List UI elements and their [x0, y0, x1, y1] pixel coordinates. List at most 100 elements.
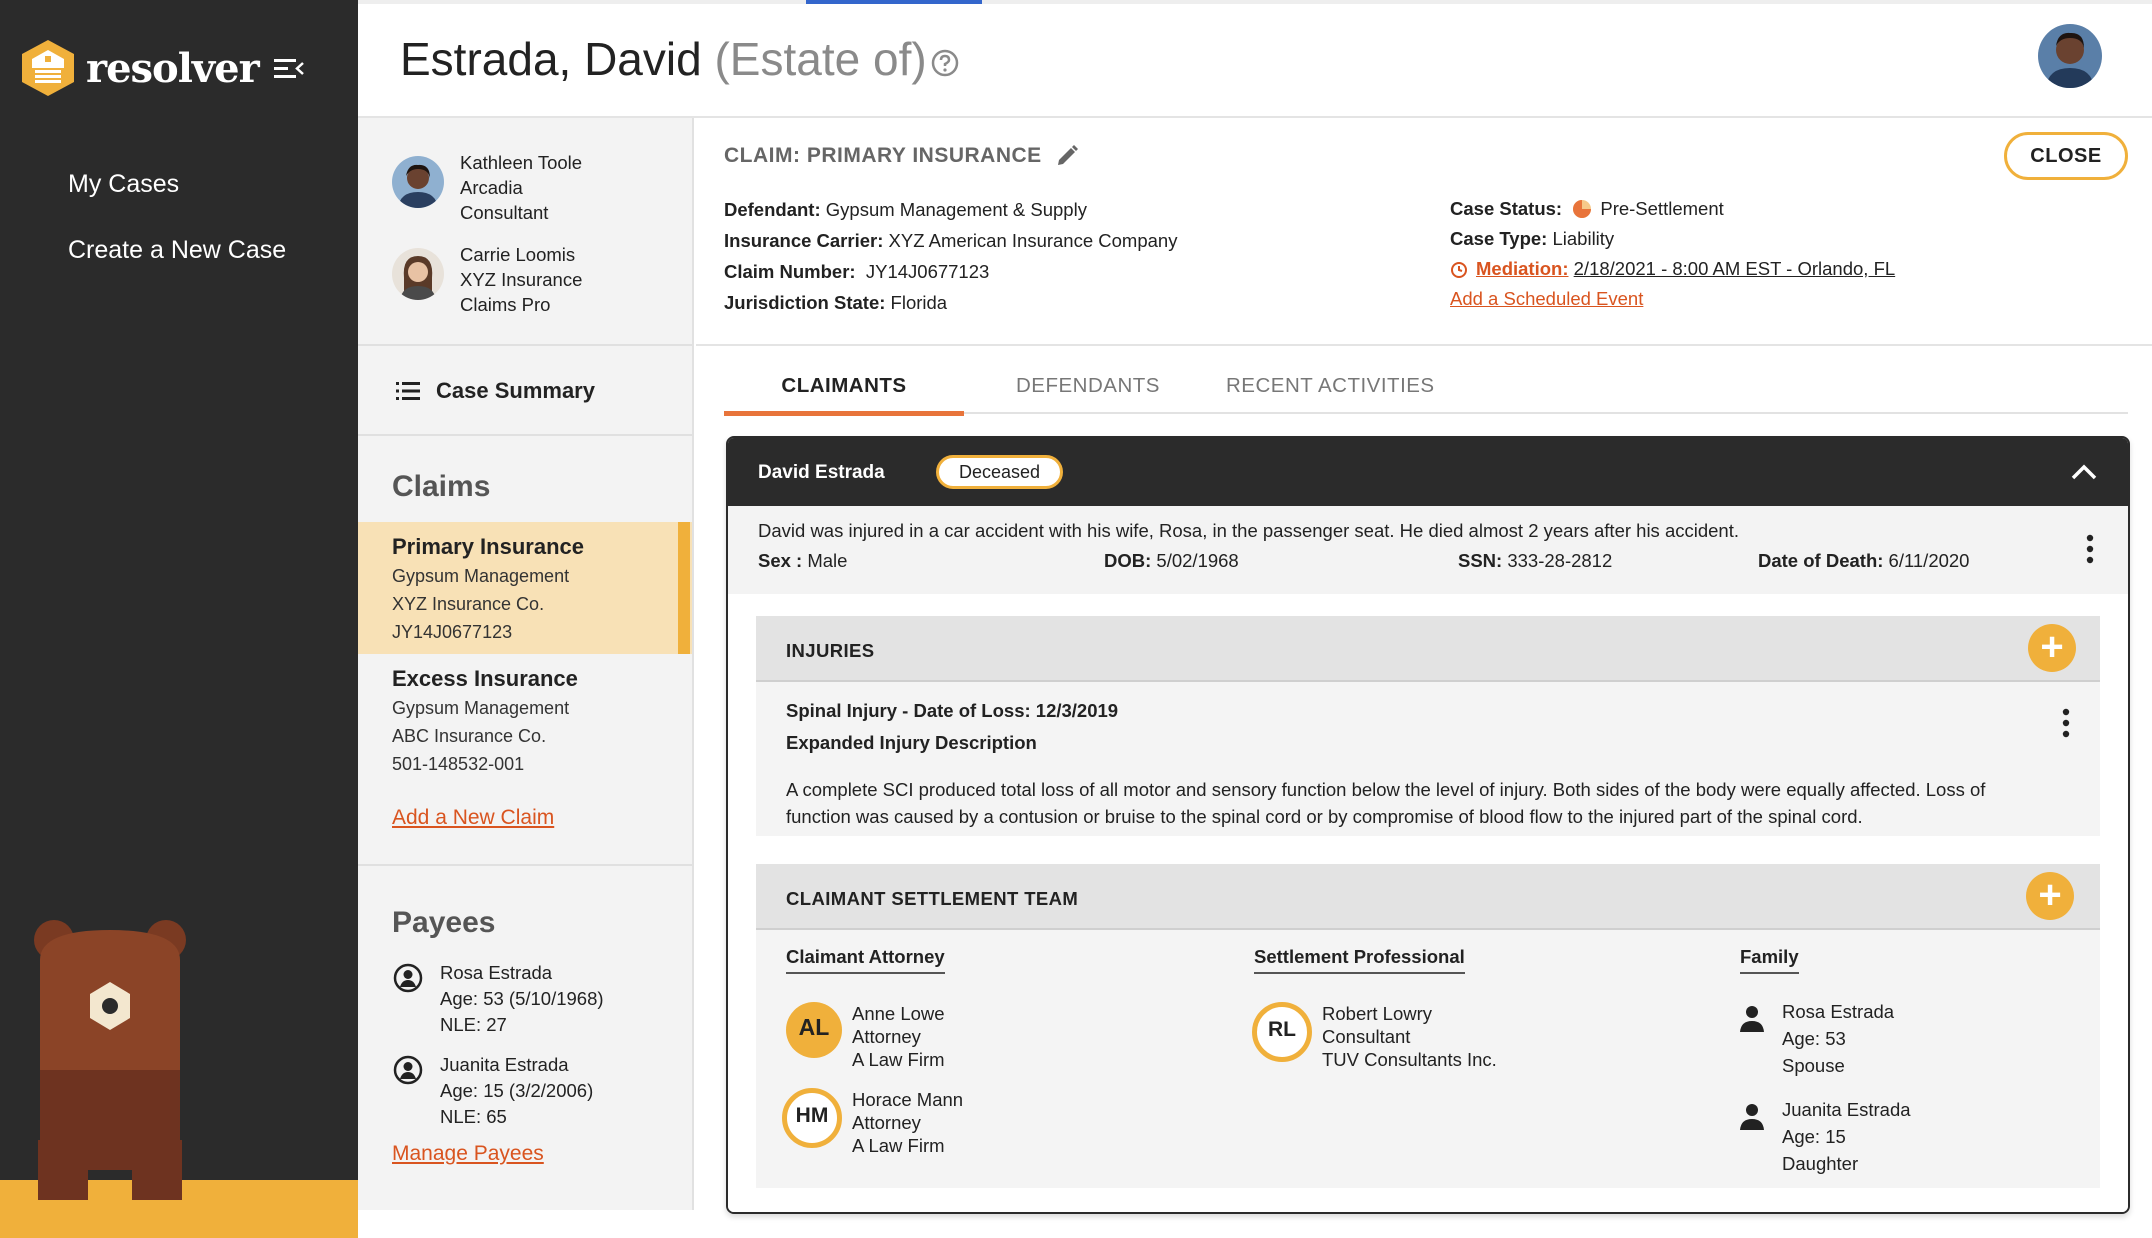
user-avatar[interactable]	[2038, 24, 2102, 88]
tab-recent-activities[interactable]: RECENT ACTIVITIES	[1226, 374, 1435, 414]
active-indicator	[678, 522, 690, 654]
person-circle-icon	[393, 963, 423, 993]
status-badge: Deceased	[936, 455, 1064, 489]
alarm-clock-icon	[1451, 262, 1467, 278]
claim-tabs: CLAIMANTS DEFENDANTS RECENT ACTIVITIES	[724, 374, 2128, 416]
plus-icon: +	[2040, 625, 2064, 669]
add-claim-link[interactable]: Add a New Claim	[392, 806, 554, 830]
claimant-name-title: Estrada, David	[400, 33, 702, 85]
claimant-date-of-death: Date of Death: 6/11/2020	[1758, 550, 1970, 571]
family-column: Family	[1740, 946, 1799, 974]
chevron-up-icon[interactable]	[2070, 460, 2098, 484]
claimant-dob: DOB: 5/02/1968	[1104, 550, 1239, 571]
tab-claimants[interactable]: CLAIMANTS	[724, 374, 964, 416]
claimant-card: David Estrada Deceased David was injured…	[726, 436, 2130, 1214]
payee-juanita-estrada[interactable]: Juanita Estrada Age: 15 (3/2/2006) NLE: …	[392, 1052, 593, 1130]
family-column-header: Family	[1740, 946, 1799, 974]
page-title: Estrada, David (Estate of)	[400, 32, 927, 86]
family-rosa-estrada[interactable]: Rosa Estrada Age: 53 Spouse	[1736, 998, 1894, 1079]
mediation-event[interactable]: Mediation: 2/18/2021 - 8:00 AM EST - Orl…	[1450, 254, 1895, 284]
avatar	[392, 156, 444, 208]
tab-defendants[interactable]: DEFENDANTS	[1016, 374, 1160, 414]
case-status-details: Case Status: Pre-Settlement Case Type: L…	[1450, 194, 1895, 314]
settlement-team-panel: CLAIMANT SETTLEMENT TEAM + Claimant Atto…	[756, 864, 2100, 1188]
avatar: AL	[786, 1002, 842, 1058]
help-icon[interactable]	[930, 48, 960, 78]
claim-info-panel: CLAIM: PRIMARY INSURANCE CLOSE Defendant…	[696, 118, 2152, 346]
avatar	[392, 248, 444, 300]
contact-kathleen-toole[interactable]: Kathleen Toole Arcadia Consultant	[392, 150, 582, 225]
claimant-card-header[interactable]: David Estrada Deceased	[728, 438, 2128, 506]
avatar: HM	[782, 1088, 842, 1148]
manage-payees-link[interactable]: Manage Payees	[392, 1142, 544, 1166]
professional-robert-lowry[interactable]: RL Robert Lowry Consultant TUV Consultan…	[1252, 1002, 1497, 1071]
add-injury-button[interactable]: +	[2028, 624, 2076, 672]
resolver-logo-icon	[22, 40, 74, 96]
person-circle-icon	[393, 1055, 423, 1085]
nav-my-cases[interactable]: My Cases	[68, 170, 179, 199]
person-icon	[1740, 1006, 1764, 1032]
list-icon	[396, 382, 420, 400]
title-suffix: (Estate of)	[714, 33, 927, 85]
claims-title: Claims	[392, 470, 491, 503]
contact-info: Carrie Loomis XYZ Insurance Claims Pro	[460, 244, 583, 315]
settlement-team-title: CLAIMANT SETTLEMENT TEAM	[786, 888, 1079, 909]
claim-details: Defendant: Gypsum Management & Supply In…	[724, 199, 1178, 313]
case-status-value: Pre-Settlement	[1600, 198, 1724, 219]
menu-collapse-icon[interactable]	[274, 56, 304, 82]
claimant-ssn: SSN: 333-28-2812	[1458, 550, 1613, 571]
bear-mascot-icon	[34, 920, 186, 1200]
contact-info: Kathleen Toole Arcadia Consultant	[460, 152, 583, 223]
page-header: Estrada, David (Estate of)	[358, 4, 2152, 118]
claimant-sex: Sex : Male	[758, 550, 848, 571]
brand-logo[interactable]: resolver	[20, 38, 260, 98]
jurisdiction-value: Florida	[890, 292, 948, 313]
nav-create-case[interactable]: Create a New Case	[68, 236, 286, 265]
divider	[358, 864, 692, 866]
defendant-value: Gypsum Management & Supply	[825, 199, 1087, 220]
close-button[interactable]: CLOSE	[2004, 132, 2128, 180]
claimant-summary: David was injured in a car accident with…	[728, 506, 2128, 594]
add-team-member-button[interactable]: +	[2026, 872, 2074, 920]
professional-column: Settlement Professional	[1254, 946, 1465, 974]
case-summary-link[interactable]: Case Summary	[396, 378, 595, 404]
plus-icon: +	[2038, 873, 2062, 917]
kebab-icon[interactable]	[2086, 534, 2094, 564]
contact-carrie-loomis[interactable]: Carrie Loomis XYZ Insurance Claims Pro	[392, 242, 582, 317]
payees-title: Payees	[392, 906, 496, 939]
injury-description: A complete SCI produced total loss of al…	[786, 779, 1986, 827]
status-pie-icon	[1573, 200, 1592, 218]
claimant-card-body: INJURIES + Spinal Injury - Date of Loss:…	[728, 594, 2128, 1212]
kebab-icon[interactable]	[2062, 708, 2070, 738]
payee-rosa-estrada[interactable]: Rosa Estrada Age: 53 (5/10/1968) NLE: 27	[392, 960, 604, 1038]
attorney-anne-lowe[interactable]: AL Anne Lowe Attorney A Law Firm	[786, 1002, 945, 1071]
add-scheduled-event-link[interactable]: Add a Scheduled Event	[1450, 284, 1643, 314]
carrier-value: XYZ American Insurance Company	[888, 230, 1178, 251]
family-juanita-estrada[interactable]: Juanita Estrada Age: 15 Daughter	[1736, 1096, 1911, 1177]
claim-item-primary[interactable]: Primary Insurance Gypsum Management XYZ …	[358, 522, 692, 654]
claim-number-value: JY14J0677123	[865, 261, 990, 282]
attorney-column-header: Claimant Attorney	[786, 946, 945, 974]
case-summary-label: Case Summary	[436, 378, 595, 403]
claimant-description: David was injured in a car accident with…	[758, 520, 1739, 541]
edit-pencil-icon[interactable]	[1056, 145, 1078, 167]
avatar: RL	[1252, 1002, 1312, 1062]
expanded-injury-label: Expanded Injury Description	[786, 732, 1037, 753]
person-icon	[1740, 1104, 1764, 1130]
injuries-header: INJURIES +	[756, 616, 2100, 682]
injuries-panel: INJURIES + Spinal Injury - Date of Loss:…	[756, 616, 2100, 836]
attorney-horace-mann[interactable]: HM Horace Mann Attorney A Law Firm	[782, 1088, 963, 1157]
main-nav: resolver My Cases Create a New Case	[0, 0, 358, 1238]
claimant-name: David Estrada	[758, 462, 885, 483]
injury-title: Spinal Injury - Date of Loss: 12/3/2019	[786, 700, 1119, 721]
brand-name: resolver	[86, 44, 260, 92]
case-type-value: Liability	[1552, 228, 1615, 249]
divider	[358, 434, 692, 436]
professional-column-header: Settlement Professional	[1254, 946, 1465, 974]
claim-heading-text: CLAIM: PRIMARY INSURANCE	[724, 144, 1042, 167]
case-sidebar: Kathleen Toole Arcadia Consultant Carrie…	[358, 118, 694, 1210]
mediation-value[interactable]: 2/18/2021 - 8:00 AM EST - Orlando, FL	[1574, 254, 1896, 284]
settlement-team-header: CLAIMANT SETTLEMENT TEAM +	[756, 864, 2100, 930]
claim-heading: CLAIM: PRIMARY INSURANCE	[724, 144, 1078, 168]
claim-item-excess[interactable]: Excess Insurance Gypsum Management ABC I…	[358, 654, 692, 786]
